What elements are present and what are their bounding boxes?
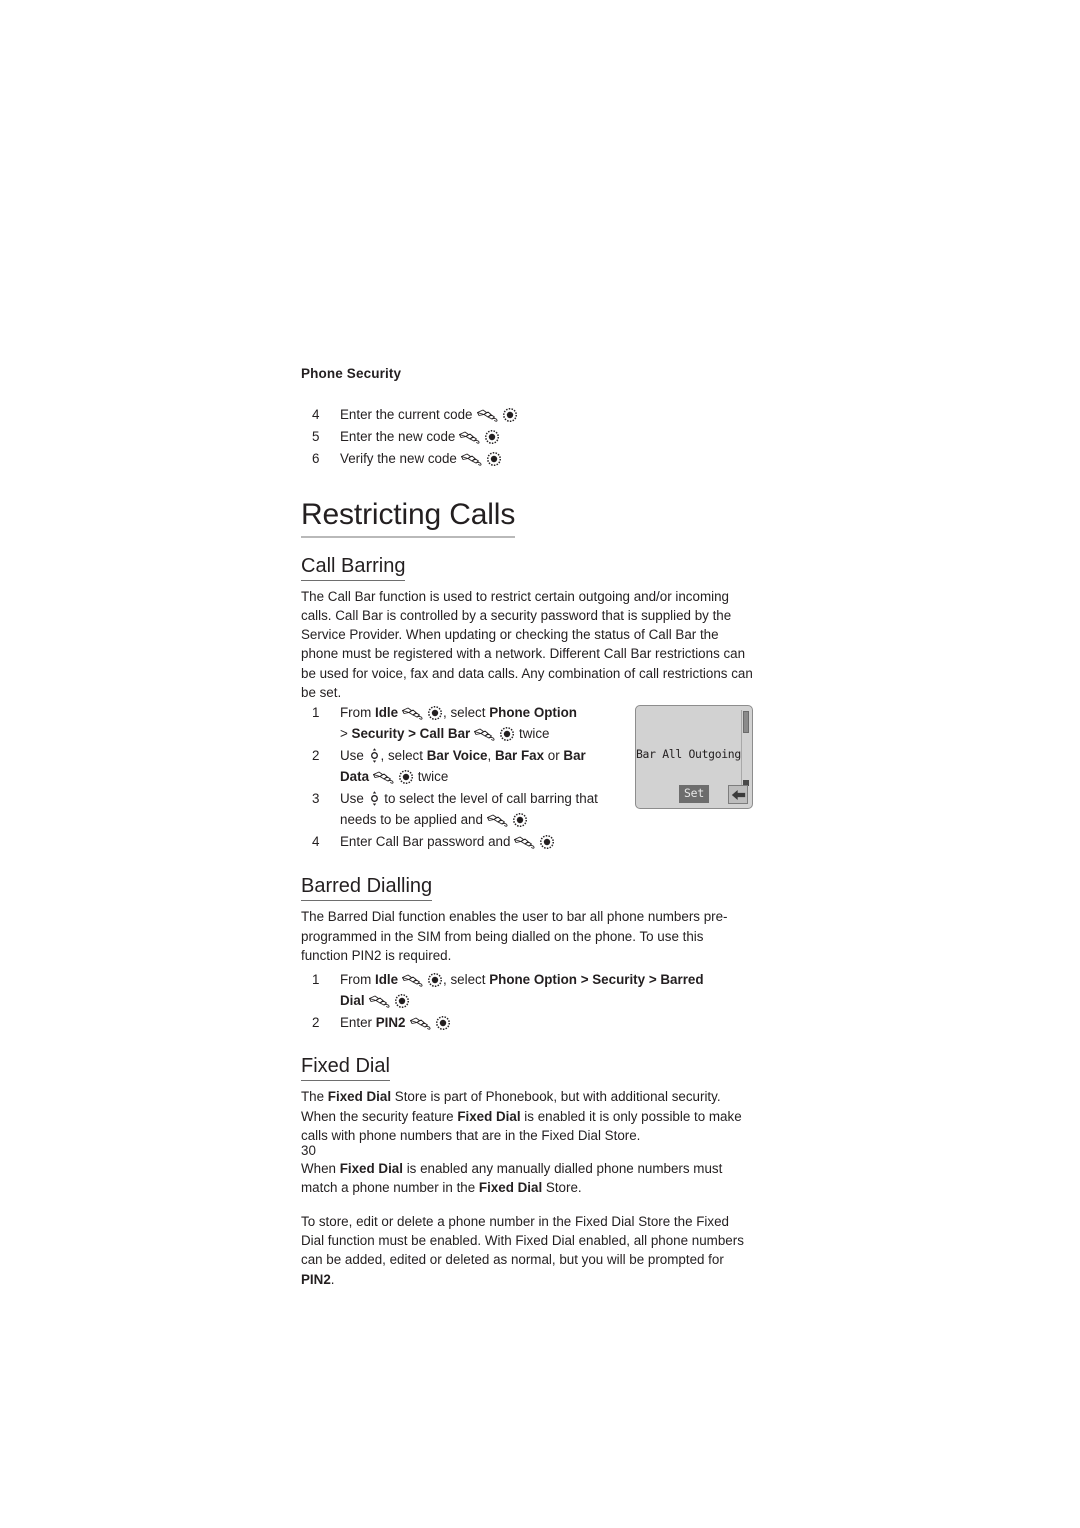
hand-press-icon	[458, 430, 481, 444]
ok-key-icon	[399, 770, 414, 785]
step-text: Verify the new code	[340, 448, 753, 469]
hand-press-icon	[368, 994, 391, 1008]
hand-press-icon	[473, 727, 496, 741]
running-head: Phone Security	[301, 366, 402, 381]
navigation-key-icon	[369, 791, 380, 807]
ok-key-icon	[428, 706, 443, 721]
ok-key-icon	[428, 973, 443, 988]
hand-press-icon	[401, 706, 424, 720]
list-item: 2 Enter PIN2	[301, 1012, 753, 1033]
step-text: Use to select the level of call barring …	[340, 791, 598, 828]
hand-press-icon	[460, 452, 483, 466]
list-item: 3 Use to select the level of call barrin…	[301, 788, 621, 830]
paragraph-fixed-dial-2: When Fixed Dial is enabled any manually …	[301, 1161, 723, 1196]
paragraph-barred-dialling: The Barred Dial function enables the use…	[301, 909, 728, 963]
hand-press-icon	[486, 813, 509, 827]
list-item: 1 From Idle, select Phone Option > Secur…	[301, 969, 753, 1011]
paragraph-call-barring: The Call Bar function is used to restric…	[301, 588, 753, 701]
list-item: 6 Verify the new code	[301, 448, 753, 469]
step-number: 1	[312, 705, 320, 721]
ok-key-icon	[500, 727, 515, 742]
phone-screen-illustration: Bar All Outgoing Set	[635, 705, 753, 810]
list-item: 4 Enter Call Bar password and	[301, 831, 753, 852]
step-text: Enter Call Bar password and	[340, 831, 753, 852]
scrollbar-thumb	[743, 711, 749, 734]
step-text: Enter the new code	[340, 426, 753, 447]
step-number: 4	[312, 834, 320, 850]
step-number: 4	[312, 407, 320, 423]
page-title: Restricting Calls	[301, 498, 515, 538]
phone-security-steps: 4 Enter the current code 5 Enter the new…	[301, 404, 753, 469]
page-number: 30	[301, 1143, 316, 1158]
step-text: Enter PIN2	[340, 1012, 753, 1033]
hand-press-icon	[409, 1016, 432, 1030]
phone-display-text: Bar All Outgoing	[636, 747, 741, 762]
heading-barred-dialling: Barred Dialling	[301, 875, 433, 902]
subsection-title-wrap: Fixed Dial	[301, 1055, 753, 1082]
paragraph-fixed-dial-1: The Fixed Dial Store is part of Phoneboo…	[301, 1089, 742, 1143]
step-number: 2	[312, 748, 320, 764]
manual-page: Phone Security 4 Enter the current code …	[0, 0, 1080, 1528]
page-content: Phone Security 4 Enter the current code …	[301, 366, 753, 1289]
step-number: 1	[312, 972, 320, 988]
step-number: 2	[312, 1015, 320, 1031]
hand-press-icon	[372, 770, 395, 784]
list-item: 4 Enter the current code	[301, 404, 753, 425]
hand-press-icon	[476, 408, 499, 422]
ok-key-icon	[394, 994, 409, 1009]
ok-key-icon	[486, 452, 501, 467]
list-item: 1 From Idle, select Phone Option > Securi…	[301, 702, 621, 744]
softkey-back[interactable]	[728, 785, 748, 805]
navigation-key-icon	[369, 748, 380, 764]
ok-key-icon	[435, 1016, 450, 1031]
heading-fixed-dial: Fixed Dial	[301, 1055, 390, 1082]
heading-call-barring: Call Barring	[301, 555, 406, 581]
step-text: From Idle, select Phone Option > Security…	[340, 705, 577, 742]
hand-press-icon	[401, 973, 424, 987]
subsection-title-wrap: Call Barring	[301, 555, 753, 581]
subsection-title-wrap: Barred Dialling	[301, 875, 753, 902]
step-text: Enter the current code	[340, 404, 753, 425]
ok-key-icon	[540, 835, 555, 850]
call-barring-steps-block: Bar All Outgoing Set 1 From Idle, select…	[301, 702, 753, 853]
step-number: 5	[312, 429, 320, 445]
back-arrow-icon	[731, 789, 746, 801]
section-title-wrap: Restricting Calls	[301, 498, 753, 538]
step-number: 6	[312, 451, 320, 467]
barred-dialling-steps: 1 From Idle, select Phone Option > Secur…	[301, 969, 753, 1033]
step-text: From Idle, select Phone Option > Securit…	[340, 972, 704, 1009]
softkey-set[interactable]: Set	[679, 784, 709, 804]
list-item: 5 Enter the new code	[301, 426, 753, 447]
ok-key-icon	[502, 408, 517, 423]
hand-press-icon	[513, 835, 536, 849]
step-number: 3	[312, 791, 320, 807]
list-item: 2 Use , select Bar Voice, Bar Fax or Bar…	[301, 745, 621, 787]
ok-key-icon	[485, 430, 500, 445]
paragraph-fixed-dial-3: To store, edit or delete a phone number …	[301, 1213, 744, 1287]
step-text: Use , select Bar Voice, Bar Fax or Bar Da…	[340, 748, 586, 785]
phone-display: Bar All Outgoing Set	[635, 705, 753, 810]
ok-key-icon	[512, 813, 527, 828]
